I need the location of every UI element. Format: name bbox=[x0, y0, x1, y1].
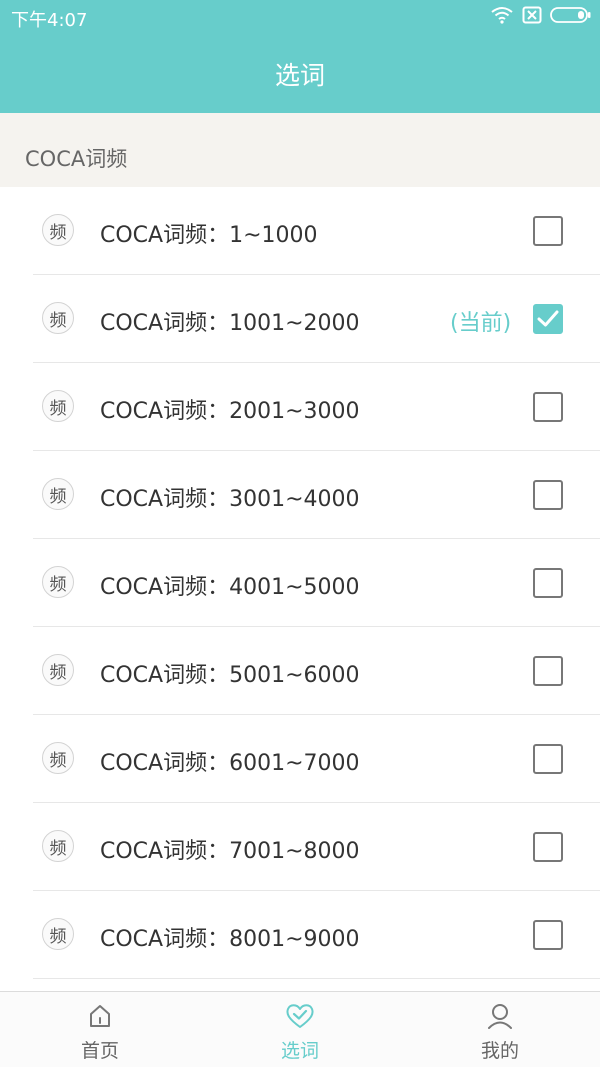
nav-item-home[interactable]: 首页 bbox=[0, 992, 200, 1067]
checkbox-checked[interactable] bbox=[533, 304, 563, 334]
nav-item-heart-check[interactable]: 选词 bbox=[200, 992, 400, 1067]
status-icons bbox=[490, 6, 592, 28]
checkbox[interactable] bbox=[533, 216, 563, 246]
list-item-label: COCA词频：3001~4000 bbox=[100, 487, 360, 512]
list-item[interactable]: 频 COCA词频：5001~6000 bbox=[33, 627, 600, 715]
sim-disabled-icon bbox=[522, 6, 542, 28]
app-screen: 下午4:07 选词 COCA词频 频 COCA词频：1~1000 频 COCA词… bbox=[0, 0, 600, 1067]
nav-label: 选词 bbox=[280, 1040, 319, 1062]
checkbox[interactable] bbox=[533, 744, 563, 774]
list-item[interactable]: 频 COCA词频：4001~5000 bbox=[33, 539, 600, 627]
battery-icon bbox=[550, 6, 592, 28]
list-item-label: COCA词频：7001~8000 bbox=[100, 839, 360, 864]
list-item-label: COCA词频：4001~5000 bbox=[100, 575, 360, 600]
frequency-icon: 频 bbox=[42, 742, 74, 774]
checkbox[interactable] bbox=[533, 920, 563, 950]
section-header: COCA词频 bbox=[0, 113, 600, 187]
frequency-icon: 频 bbox=[42, 214, 74, 246]
page-title: 选词 bbox=[274, 61, 325, 90]
frequency-icon: 频 bbox=[42, 390, 74, 422]
frequency-icon: 频 bbox=[42, 566, 74, 598]
heart-check-icon bbox=[285, 1002, 315, 1030]
list-item-label: COCA词频：6001~7000 bbox=[100, 751, 360, 776]
home-icon bbox=[88, 1002, 112, 1030]
current-tag: (当前) bbox=[450, 311, 512, 336]
section-title: COCA词频 bbox=[25, 147, 128, 171]
status-bar: 下午4:07 bbox=[0, 0, 600, 36]
checkbox[interactable] bbox=[533, 656, 563, 686]
frequency-icon: 频 bbox=[42, 302, 74, 334]
check-icon bbox=[537, 310, 559, 327]
list-item-label: COCA词频：2001~3000 bbox=[100, 399, 360, 424]
bottom-navigation: 首页 选词 我的 bbox=[0, 991, 600, 1067]
wifi-icon bbox=[490, 6, 514, 28]
list-item[interactable]: 频 COCA词频：1001~2000 (当前) bbox=[33, 275, 600, 363]
list-item-label: COCA词频：1001~2000 bbox=[100, 311, 360, 336]
checkbox[interactable] bbox=[533, 480, 563, 510]
frequency-icon: 频 bbox=[42, 478, 74, 510]
header-bar: 下午4:07 选词 bbox=[0, 0, 600, 113]
list-item-label: COCA词频：8001~9000 bbox=[100, 927, 360, 952]
status-time: 下午4:07 bbox=[11, 10, 88, 31]
word-range-list: 频 COCA词频：1~1000 频 COCA词频：1001~2000 (当前) 频 COCA… bbox=[0, 187, 600, 991]
list-item-label: COCA词频：1~1000 bbox=[100, 223, 318, 248]
list-item[interactable]: 频 COCA词频：3001~4000 bbox=[33, 451, 600, 539]
checkbox[interactable] bbox=[533, 568, 563, 598]
frequency-icon: 频 bbox=[42, 830, 74, 862]
frequency-icon: 频 bbox=[42, 918, 74, 950]
list-item[interactable]: 频 COCA词频：7001~8000 bbox=[33, 803, 600, 891]
list-item-label: COCA词频：5001~6000 bbox=[100, 663, 360, 688]
profile-icon bbox=[487, 1002, 513, 1030]
list-item[interactable]: 频 COCA词频：6001~7000 bbox=[33, 715, 600, 803]
list-item[interactable]: 频 COCA词频：2001~3000 bbox=[33, 363, 600, 451]
nav-label: 我的 bbox=[480, 1040, 519, 1062]
nav-label: 首页 bbox=[80, 1040, 119, 1062]
checkbox[interactable] bbox=[533, 392, 563, 422]
checkbox[interactable] bbox=[533, 832, 563, 862]
list-item[interactable]: 频 COCA词频：1~1000 bbox=[33, 187, 600, 275]
list-item[interactable]: 频 COCA词频：8001~9000 bbox=[33, 891, 600, 979]
nav-item-profile[interactable]: 我的 bbox=[400, 992, 600, 1067]
frequency-icon: 频 bbox=[42, 654, 74, 686]
